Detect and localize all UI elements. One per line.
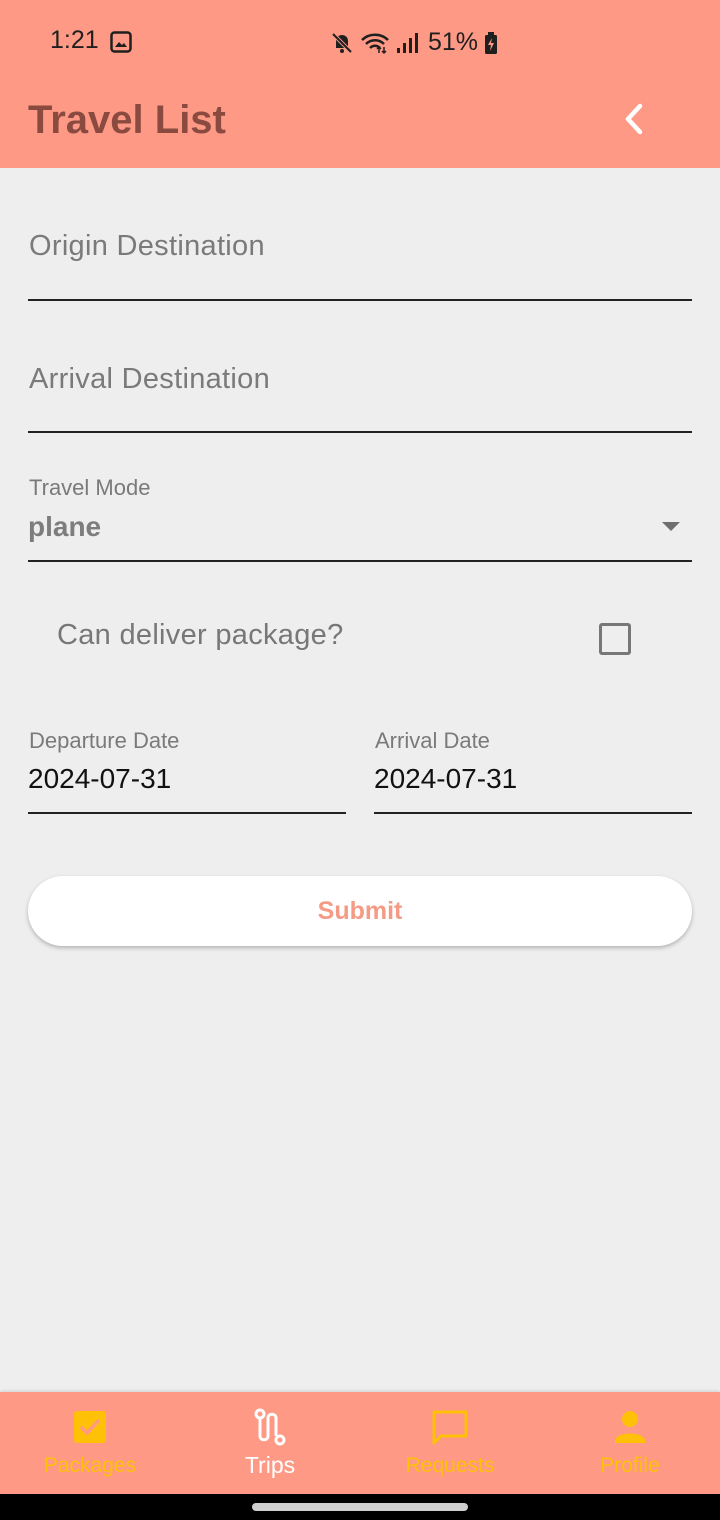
nav-label-trips: Trips <box>244 1452 296 1478</box>
bottom-nav: Packages Trips Requests Profile <box>0 1392 720 1494</box>
app-bar: Travel List <box>0 84 720 168</box>
deliver-package-row: Can deliver package? <box>56 615 636 665</box>
travel-mode-value: plane <box>28 511 102 542</box>
home-indicator[interactable] <box>252 1503 468 1511</box>
nav-item-packages[interactable]: Packages <box>0 1392 180 1494</box>
nav-item-requests[interactable]: Requests <box>360 1392 540 1494</box>
travel-mode-label: Travel Mode <box>29 475 151 500</box>
departure-date-label: Departure Date <box>29 728 180 753</box>
nav-label-requests: Requests <box>405 1454 495 1477</box>
chat-icon <box>432 1410 468 1445</box>
departure-date-value: 2024-07-31 <box>28 763 172 794</box>
wifi-icon <box>361 33 389 54</box>
mute-icon <box>331 32 353 53</box>
submit-button[interactable]: Submit <box>28 876 692 946</box>
nav-item-profile[interactable]: Profile <box>540 1392 720 1494</box>
screen: 1:21 51% Travel List Origin Destination … <box>0 0 720 1520</box>
status-icons: 51% <box>330 28 498 57</box>
arrival-date-value: 2024-07-31 <box>374 763 518 794</box>
nav-label-profile: Profile <box>600 1454 660 1477</box>
route-icon <box>254 1408 286 1446</box>
nav-label-packages: Packages <box>43 1454 137 1477</box>
nav-item-trips[interactable]: Trips <box>180 1392 360 1494</box>
travel-mode-dropdown[interactable]: Travel Mode plane <box>28 470 692 562</box>
origin-destination-field[interactable]: Origin Destination <box>28 200 692 301</box>
departure-date-field[interactable]: Departure Date 2024-07-31 <box>28 725 346 814</box>
arrival-date-label: Arrival Date <box>375 728 490 753</box>
status-time: 1:21 <box>50 26 99 54</box>
battery-percent: 51% <box>428 28 479 56</box>
checkbox-icon <box>74 1411 106 1443</box>
signal-icon <box>397 32 418 53</box>
arrival-date-field[interactable]: Arrival Date 2024-07-31 <box>374 725 692 814</box>
dropdown-arrow-icon <box>662 522 680 531</box>
chevron-left-icon <box>625 103 643 135</box>
deliver-package-checkbox[interactable] <box>599 623 631 655</box>
page-title: Travel List <box>28 98 226 142</box>
status-bar: 1:21 51% <box>0 0 720 84</box>
battery-icon <box>485 31 498 54</box>
arrival-destination-field[interactable]: Arrival Destination <box>28 333 692 433</box>
back-button[interactable] <box>612 96 656 146</box>
origin-destination-placeholder: Origin Destination <box>29 230 265 262</box>
arrival-destination-placeholder: Arrival Destination <box>29 363 271 395</box>
system-nav-bar <box>0 1494 720 1520</box>
deliver-package-label: Can deliver package? <box>57 619 344 651</box>
person-icon <box>615 1411 645 1443</box>
gallery-icon <box>110 31 132 53</box>
